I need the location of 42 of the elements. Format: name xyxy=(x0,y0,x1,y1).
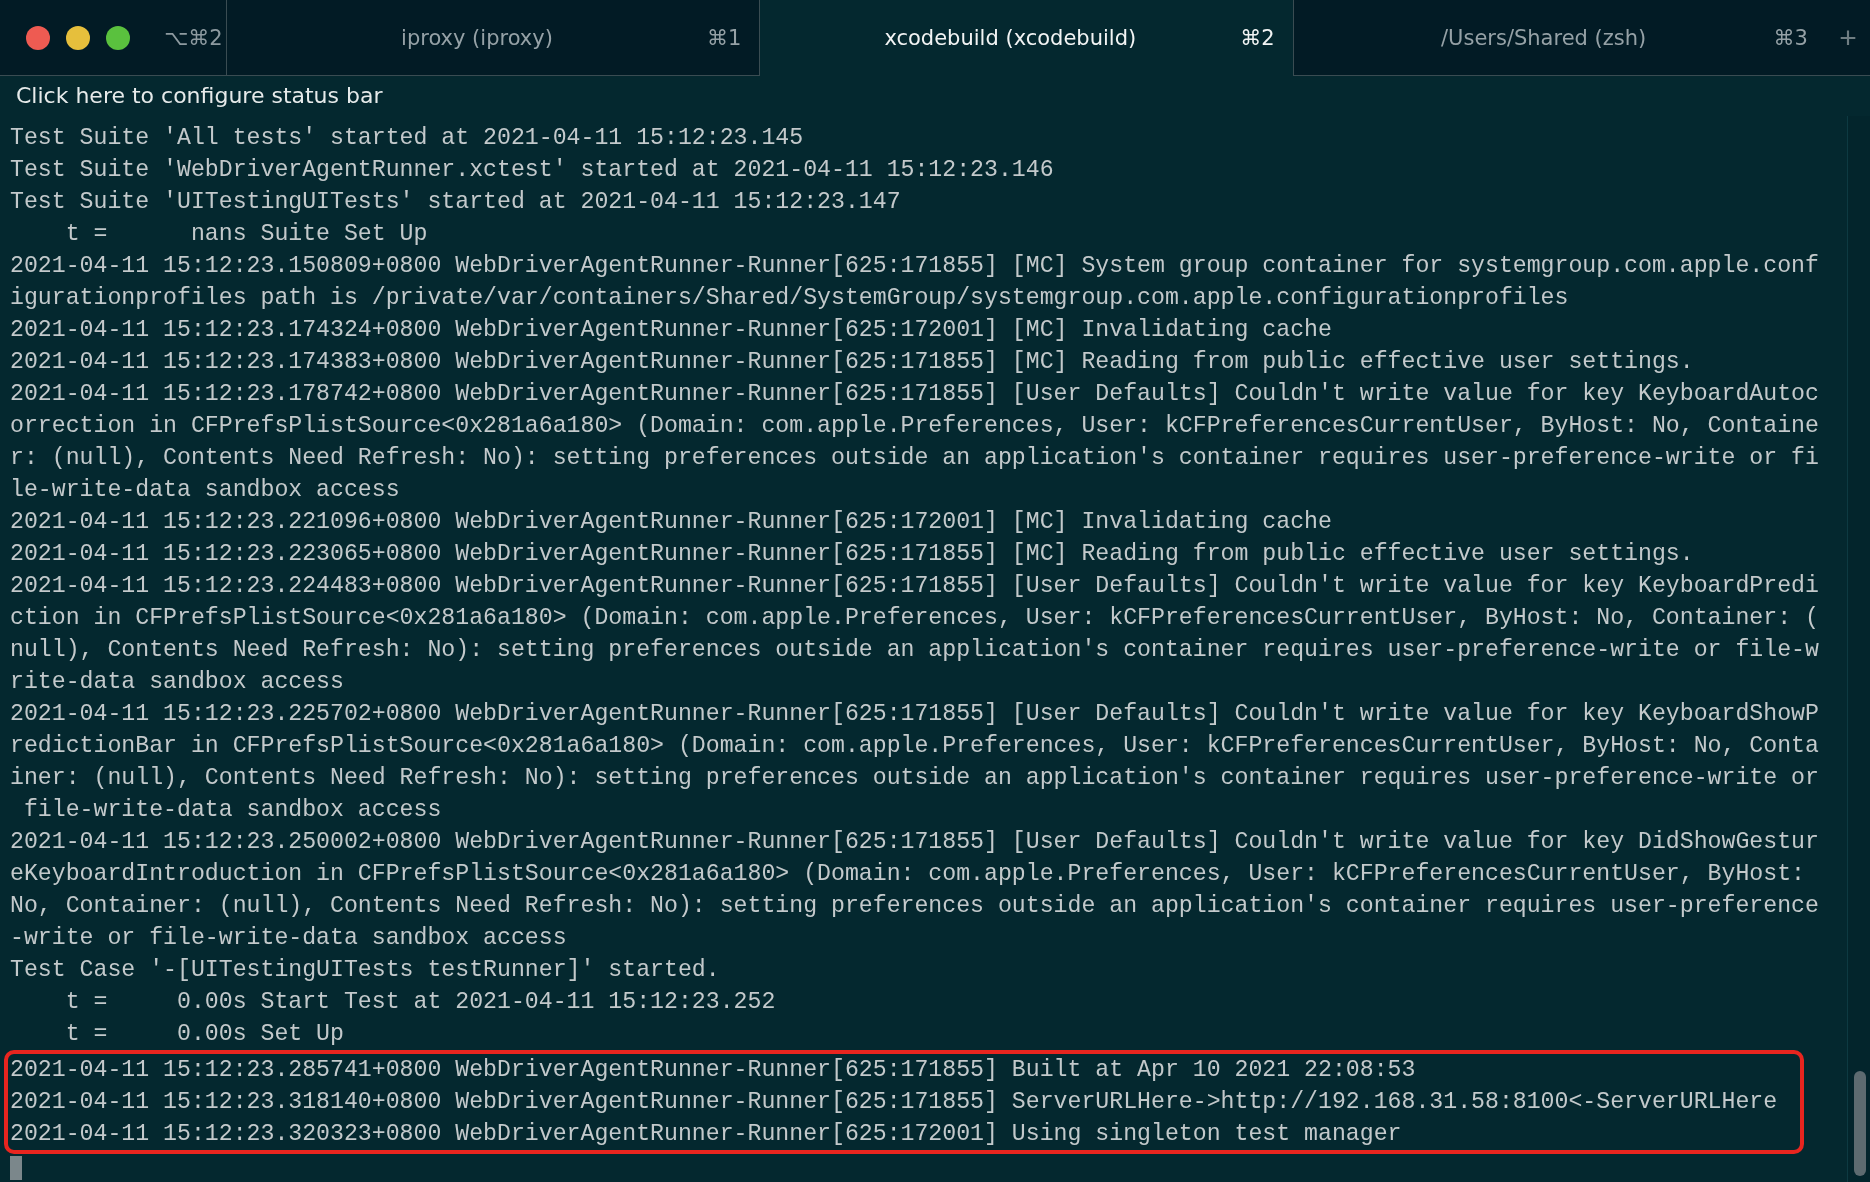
tab[interactable]: xcodebuild (xcodebuild) ⌘2 xyxy=(759,0,1293,76)
new-tab-button[interactable]: + xyxy=(1826,0,1870,75)
tab-shortcut: ⌘3 xyxy=(1773,25,1808,50)
terminal-line: 2021-04-11 15:12:23.285741+0800 WebDriverAgentRunner-Runner[625:171855] Built at Apr 10 2021 22:08:53 xyxy=(10,1056,1417,1085)
tab-title: xcodebuild (xcodebuild) xyxy=(883,26,1138,50)
terminal-line: 2021-04-11 15:12:23.223065+0800 WebDriverAgentRunner-Runner[625:171855] [MC] Reading from public effective user settings. xyxy=(10,540,1695,569)
terminal-line: 2021-04-11 15:12:23.150809+0800 WebDriverAgentRunner-Runner[625:171855] [MC] System group container for systemgroup.com.apple.conf xyxy=(10,252,1820,281)
tab-title: iproxy (iproxy) xyxy=(400,25,554,50)
terminal-line: 2021-04-11 15:12:23.318140+0800 WebDriverAgentRunner-Runner[625:171855] ServerURLHere->http://192.168.31.58:8100<-ServerURLHere xyxy=(10,1088,1779,1117)
terminal-line: -write or file-write-data sandbox access xyxy=(10,924,568,953)
terminal-line: 2021-04-11 15:12:23.225702+0800 WebDriverAgentRunner-Runner[625:171855] [User Defaults] Couldn't write value for key KeyboardShowP xyxy=(10,700,1820,729)
terminal-line: eKeyboardIntroduction in CFPrefsPlistSource<0x281a6a180> (Domain: com.apple.Preferences, User: kCFPreferencesCurrentUser, ByHost: xyxy=(10,860,1806,889)
terminal-line: t = nans Suite Set Up xyxy=(64,220,429,249)
terminal-line: iner: (null), Contents Need Refresh: No): setting preferences outside an application's container requires user-preference-write or xyxy=(10,764,1820,793)
terminal-line: orrection in CFPrefsPlistSource<0x281a6a180> (Domain: com.apple.Preferences, User: kCFPreferencesCurrentUser, ByHost: No, Containe xyxy=(10,412,1820,441)
terminal-line: 2021-04-11 15:12:23.320323+0800 WebDriverAgentRunner-Runner[625:172001] Using singleton test manager xyxy=(10,1120,1403,1149)
tab-shortcut: ⌘1 xyxy=(706,25,742,50)
terminal-line: t = 0.00s Set Up xyxy=(64,1020,345,1049)
terminal-line: Test Suite 'All tests' started at 2021-04-11 15:12:23.145 xyxy=(10,124,805,153)
window-shortcut: ⌥⌘2 xyxy=(164,25,223,50)
tab-title: /Users/Shared (zsh) xyxy=(1440,25,1648,50)
terminal-line: ction in CFPrefsPlistSource<0x281a6a180> (Domain: com.apple.Preferences, User: kCFPreferencesCurrentUser, ByHost: No, Container: ( xyxy=(10,604,1820,633)
terminal-line: le-write-data sandbox access xyxy=(10,476,401,505)
terminal-line: redictionBar in CFPrefsPlistSource<0x281a6a180> (Domain: com.apple.Preferences, User: kCFPreferencesCurrentUser, ByHost: No, Conta xyxy=(10,732,1820,761)
terminal-line: 2021-04-11 15:12:23.224483+0800 WebDriverAgentRunner-Runner[625:171855] [User Defaults] Couldn't write value for key KeyboardPredi xyxy=(10,572,1820,601)
terminal-line: 2021-04-11 15:12:23.174324+0800 WebDriverAgentRunner-Runner[625:172001] [MC] Invalidating cache xyxy=(10,316,1333,345)
terminal-line: Test Suite 'UITestingUITests' started at 2021-04-11 15:12:23.147 xyxy=(10,188,902,217)
terminal-line: r: (null), Contents Need Refresh: No): setting preferences outside an application's container requires user-preference-write or fi xyxy=(10,444,1820,473)
terminal-line: 2021-04-11 15:12:23.178742+0800 WebDriverAgentRunner-Runner[625:171855] [User Defaults] Couldn't write value for key KeyboardAutoc xyxy=(10,380,1820,409)
status-bar[interactable]: Click here to configure status bar xyxy=(0,76,1870,116)
terminal-line: file-write-data sandbox access xyxy=(22,796,443,825)
terminal-line: t = 0.00s Start Test at 2021-04-11 15:12:23.252 xyxy=(64,988,777,1017)
terminal-line: Test Suite 'WebDriverAgentRunner.xctest' started at 2021-04-11 15:12:23.146 xyxy=(10,156,1055,185)
terminal-line: Test Case '-[UITestingUITests testRunner]' started. xyxy=(10,956,721,985)
terminal-line: null), Contents Need Refresh: No): setting preferences outside an application's container requires user-preference-write or file-w xyxy=(10,636,1820,665)
terminal-line: 2021-04-11 15:12:23.221096+0800 WebDriverAgentRunner-Runner[625:172001] [MC] Invalidating cache xyxy=(10,508,1333,537)
tab-shortcut: ⌘2 xyxy=(1240,26,1275,50)
terminal-line: 2021-04-11 15:12:23.174383+0800 WebDriverAgentRunner-Runner[625:171855] [MC] Reading from public effective user settings. xyxy=(10,348,1695,377)
terminal-line: 2021-04-11 15:12:23.250002+0800 WebDriverAgentRunner-Runner[625:171855] [User Defaults] Couldn't write value for key DidShowGestur xyxy=(10,828,1820,857)
terminal-line: igurationprofiles path is /private/var/containers/Shared/SystemGroup/systemgroup.com.apple.configurationprofiles xyxy=(10,284,1570,313)
terminal-line: rite-data sandbox access xyxy=(10,668,345,697)
terminal-line: No, Container: (null), Contents Need Refresh: No): setting preferences outside an application's container requires user-preference xyxy=(10,892,1820,921)
